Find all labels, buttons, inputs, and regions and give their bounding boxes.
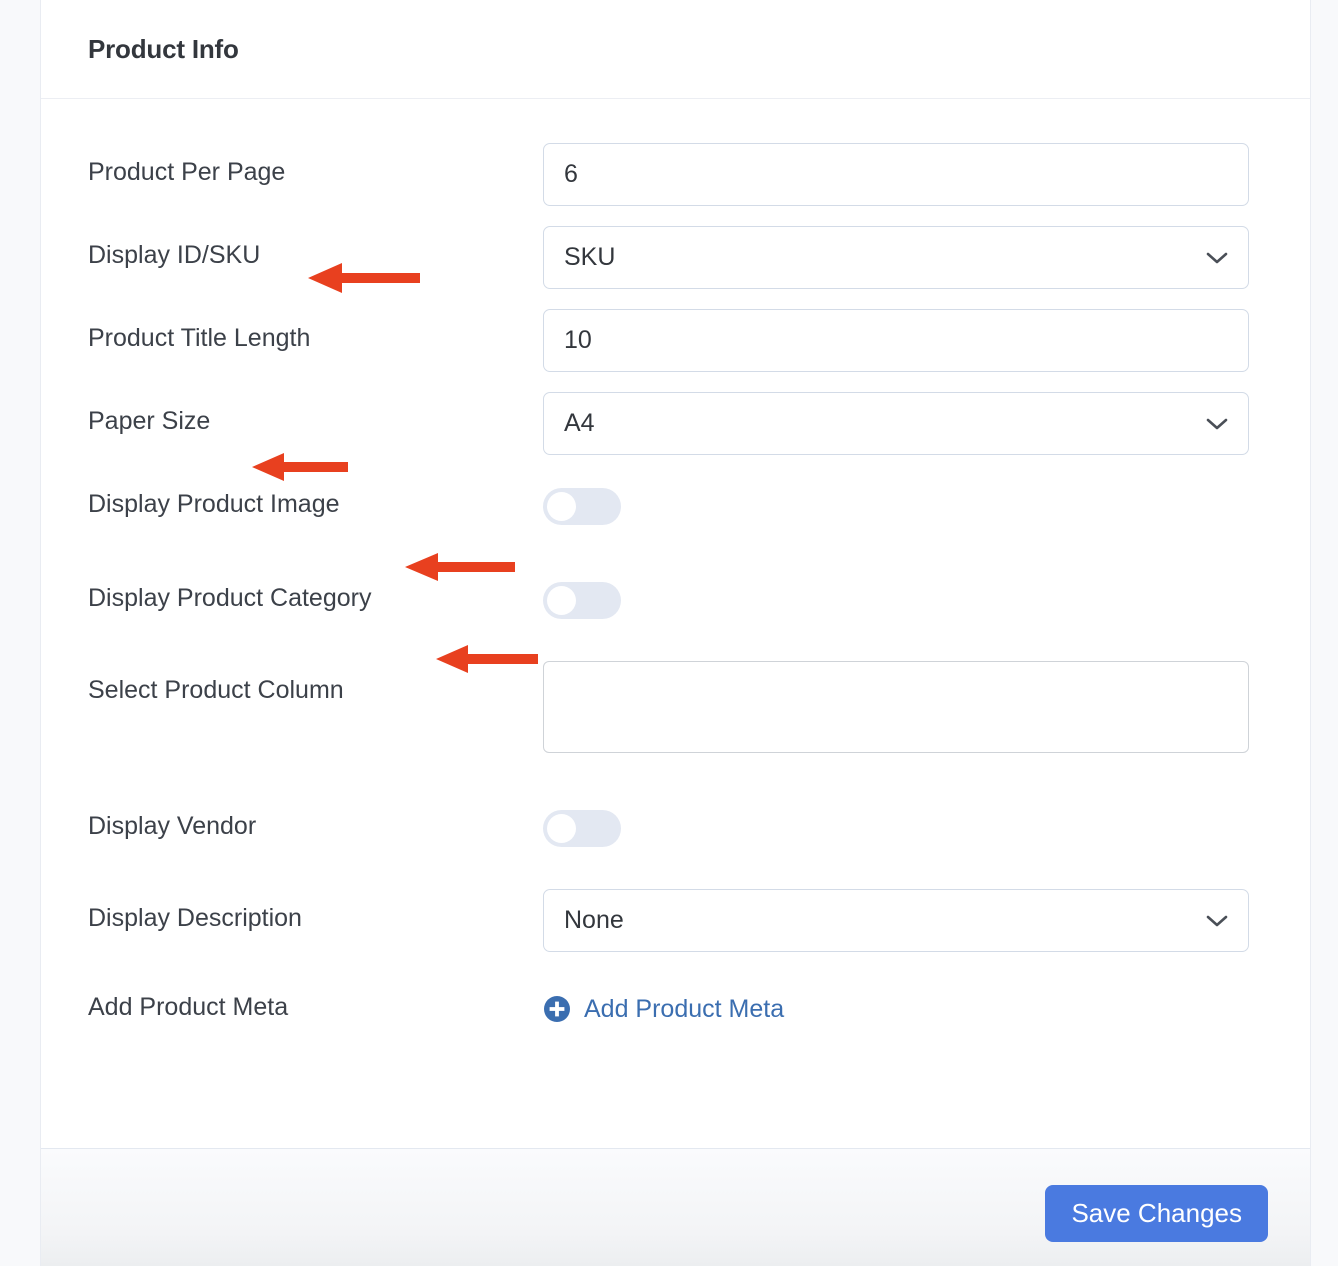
- control-display-vendor: [543, 797, 1263, 847]
- display-description-value: None: [564, 906, 624, 934]
- label-add-product-meta: Add Product Meta: [88, 993, 289, 1021]
- paper-size-select[interactable]: A4: [543, 392, 1249, 455]
- form-row-display-product-image: Display Product Image: [88, 475, 1263, 525]
- form-row-display-id-sku: Display ID/SKU SKU: [88, 226, 1263, 289]
- select-product-column-multiselect[interactable]: [543, 661, 1249, 753]
- product-per-page-value: 6: [564, 160, 578, 188]
- control-add-product-meta: Add Product Meta: [543, 978, 1263, 1027]
- toggle-knob: [547, 492, 576, 521]
- form-row-display-product-category: Display Product Category: [88, 569, 1263, 619]
- toggle-knob: [547, 586, 576, 615]
- product-info-form: Product Per Page 6 Display ID/SKU SKU Pr…: [41, 99, 1310, 1053]
- control-select-product-column: [543, 661, 1263, 753]
- label-display-description: Display Description: [88, 904, 302, 932]
- control-paper-size: A4: [543, 392, 1263, 455]
- control-display-product-category: [543, 569, 1263, 619]
- control-display-id-sku: SKU: [543, 226, 1263, 289]
- form-row-add-product-meta: Add Product Meta Add Product Meta: [88, 978, 1263, 1027]
- label-display-product-category: Display Product Category: [88, 584, 372, 612]
- add-product-meta-button[interactable]: Add Product Meta: [543, 991, 1263, 1027]
- display-product-category-toggle[interactable]: [543, 582, 621, 619]
- label-display-product-image: Display Product Image: [88, 490, 340, 518]
- page-gutter-right: [1311, 0, 1338, 1266]
- display-id-sku-select[interactable]: SKU: [543, 226, 1249, 289]
- form-row-product-per-page: Product Per Page 6: [88, 143, 1263, 206]
- control-display-description: None: [543, 889, 1263, 952]
- display-description-select[interactable]: None: [543, 889, 1249, 952]
- product-title-length-value: 10: [564, 326, 592, 354]
- paper-size-value: A4: [564, 409, 595, 437]
- page-title: Product Info: [88, 33, 239, 64]
- add-product-meta-label: Add Product Meta: [584, 994, 785, 1023]
- display-id-sku-value: SKU: [564, 243, 616, 271]
- product-per-page-input[interactable]: 6: [543, 143, 1249, 206]
- display-vendor-toggle[interactable]: [543, 810, 621, 847]
- control-product-title-length: 10: [543, 309, 1263, 372]
- save-changes-button[interactable]: Save Changes: [1045, 1185, 1268, 1242]
- toggle-knob: [547, 814, 576, 843]
- chevron-down-icon: [1206, 251, 1228, 265]
- label-display-id-sku: Display ID/SKU: [88, 241, 261, 269]
- label-select-product-column: Select Product Column: [88, 676, 344, 704]
- card-footer: Save Changes: [41, 1148, 1310, 1266]
- label-paper-size: Paper Size: [88, 407, 211, 435]
- product-info-card: Product Info Product Per Page 6 Display …: [40, 0, 1311, 1266]
- chevron-down-icon: [1206, 914, 1228, 928]
- form-row-display-vendor: Display Vendor: [88, 797, 1263, 847]
- form-row-select-product-column: Select Product Column: [88, 661, 1263, 753]
- plus-circle-icon: [543, 995, 571, 1023]
- label-product-title-length: Product Title Length: [88, 324, 311, 352]
- product-title-length-input[interactable]: 10: [543, 309, 1249, 372]
- chevron-down-icon: [1206, 417, 1228, 431]
- display-product-image-toggle[interactable]: [543, 488, 621, 525]
- label-product-per-page: Product Per Page: [88, 158, 286, 186]
- page-gutter-left: [0, 0, 40, 1266]
- label-display-vendor: Display Vendor: [88, 812, 257, 840]
- form-row-paper-size: Paper Size A4: [88, 392, 1263, 455]
- settings-page: Product Info Product Per Page 6 Display …: [0, 0, 1338, 1266]
- form-row-display-description: Display Description None: [88, 889, 1263, 952]
- card-header: Product Info: [41, 0, 1310, 99]
- control-product-per-page: 6: [543, 143, 1263, 206]
- control-display-product-image: [543, 475, 1263, 525]
- form-row-product-title-length: Product Title Length 10: [88, 309, 1263, 372]
